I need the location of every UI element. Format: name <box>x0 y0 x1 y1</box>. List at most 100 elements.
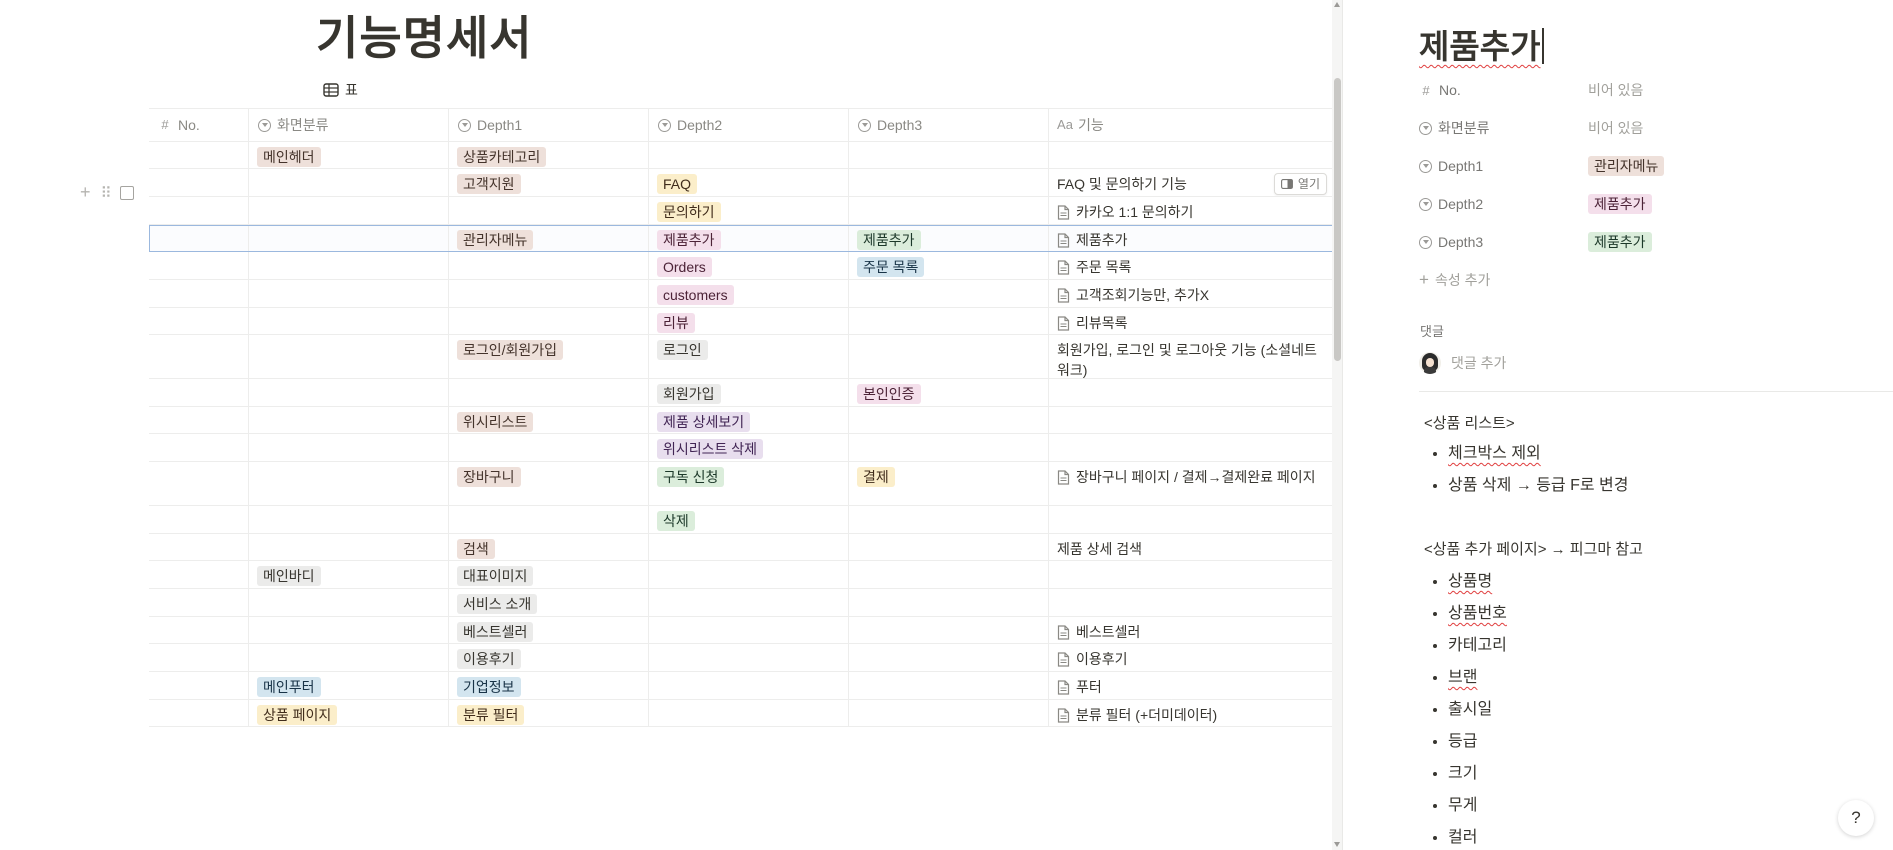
cell-depth1[interactable]: 상품카테고리 <box>449 142 649 168</box>
cell-depth1[interactable]: 분류 필터 <box>449 700 649 726</box>
select-tag[interactable]: 메인푸터 <box>257 677 321 697</box>
cell-screen[interactable] <box>249 379 449 406</box>
cell-no[interactable] <box>149 280 249 307</box>
cell-depth1[interactable] <box>449 308 649 334</box>
cell-depth3[interactable] <box>849 308 1049 334</box>
cell-screen[interactable] <box>249 434 449 461</box>
table-row[interactable]: 이용후기 이용후기 <box>149 644 1333 672</box>
cell-depth1[interactable]: 검색 <box>449 534 649 560</box>
select-tag[interactable]: 제품추가 <box>657 230 721 250</box>
table-row[interactable]: 삭제 <box>149 506 1333 534</box>
cell-screen[interactable] <box>249 644 449 671</box>
select-tag[interactable]: 구독 신청 <box>657 467 725 487</box>
cell-depth3[interactable] <box>849 434 1049 461</box>
cell-depth2[interactable]: 로그인 <box>649 335 849 378</box>
cell-no[interactable] <box>149 589 249 616</box>
cell-depth3[interactable] <box>849 534 1049 560</box>
cell-depth3[interactable] <box>849 506 1049 533</box>
property-tag[interactable]: 관리자메뉴 <box>1588 156 1665 176</box>
row-checkbox[interactable] <box>119 185 134 200</box>
table-row[interactable]: customers 고객조회기능만, 추가X <box>149 280 1333 308</box>
table-row[interactable]: 위시리스트 삭제 <box>149 434 1333 462</box>
column-header-function[interactable]: Aa 기능 <box>1049 109 1333 141</box>
table-row[interactable]: 리뷰 리뷰목록 <box>149 308 1333 335</box>
cell-depth3[interactable]: 제품추가 <box>849 225 1049 251</box>
cell-function[interactable] <box>1049 407 1333 433</box>
select-tag[interactable]: 문의하기 <box>657 202 721 222</box>
cell-function[interactable]: 제품 상세 검색 <box>1049 534 1333 560</box>
cell-depth2[interactable]: 제품추가 <box>649 225 849 251</box>
cell-function[interactable] <box>1049 506 1333 533</box>
select-tag[interactable]: 관리자메뉴 <box>457 230 534 250</box>
cell-depth3[interactable] <box>849 589 1049 616</box>
table-row[interactable]: 로그인/회원가입 로그인 회원가입, 로그인 및 로그아웃 기능 (소셜네트워크) <box>149 335 1333 379</box>
select-tag[interactable]: 삭제 <box>657 511 695 531</box>
cell-function[interactable]: 베스트셀러 <box>1049 617 1333 643</box>
cell-depth2[interactable]: 리뷰 <box>649 308 849 334</box>
add-comment-input[interactable]: 댓글 추가 <box>1451 353 1506 373</box>
cell-depth3[interactable] <box>849 407 1049 433</box>
cell-no[interactable] <box>149 335 249 378</box>
cell-depth1[interactable]: 기업정보 <box>449 672 649 699</box>
cell-screen[interactable] <box>249 589 449 616</box>
cell-function[interactable] <box>1049 142 1333 168</box>
cell-depth3[interactable] <box>849 169 1049 196</box>
table-row[interactable]: 장바구니 구독 신청 결제 장바구니 페이지 / 결제→결제완료 페이지 <box>149 462 1333 506</box>
cell-depth1[interactable]: 베스트셀러 <box>449 617 649 643</box>
select-tag[interactable]: 로그인/회원가입 <box>457 340 564 360</box>
property-screen[interactable]: 화면분류 비어 있음 <box>1419 118 1643 138</box>
cell-depth1[interactable]: 장바구니 <box>449 462 649 505</box>
add-row-icon[interactable]: + <box>80 182 91 203</box>
select-tag[interactable]: 제품 상세보기 <box>657 412 751 432</box>
table-row[interactable]: 상품 페이지 분류 필터 분류 필터 (+더미데이터) <box>149 700 1333 727</box>
cell-function[interactable]: 분류 필터 (+더미데이터) <box>1049 700 1333 726</box>
cell-depth3[interactable] <box>849 617 1049 643</box>
cell-screen[interactable] <box>249 197 449 224</box>
cell-depth2[interactable] <box>649 534 849 560</box>
cell-no[interactable] <box>149 700 249 726</box>
table-row[interactable]: 베스트셀러 베스트셀러 <box>149 617 1333 644</box>
cell-depth2[interactable] <box>649 561 849 588</box>
drag-handle-icon[interactable]: ⠿ <box>101 184 112 202</box>
cell-depth2[interactable]: 삭제 <box>649 506 849 533</box>
cell-screen[interactable] <box>249 407 449 433</box>
cell-depth1[interactable] <box>449 506 649 533</box>
cell-no[interactable] <box>149 142 249 168</box>
cell-function[interactable]: FAQ 및 문의하기 기능 열기 <box>1049 169 1333 196</box>
cell-function[interactable]: 장바구니 페이지 / 결제→결제완료 페이지 <box>1049 462 1333 505</box>
cell-no[interactable] <box>149 434 249 461</box>
cell-function[interactable] <box>1049 379 1333 406</box>
cell-function[interactable]: 카카오 1:1 문의하기 <box>1049 197 1333 224</box>
property-no[interactable]: # No. 비어 있음 <box>1419 80 1643 100</box>
cell-depth2[interactable]: 위시리스트 삭제 <box>649 434 849 461</box>
cell-no[interactable] <box>149 617 249 643</box>
cell-depth1[interactable]: 이용후기 <box>449 644 649 671</box>
select-tag[interactable]: 이용후기 <box>457 649 521 669</box>
cell-screen[interactable]: 상품 페이지 <box>249 700 449 726</box>
cell-function[interactable]: 리뷰목록 <box>1049 308 1333 334</box>
cell-depth2[interactable]: 회원가입 <box>649 379 849 406</box>
select-tag[interactable]: 대표이미지 <box>457 566 534 586</box>
select-tag[interactable]: 메인바디 <box>257 566 321 586</box>
scroll-down-icon[interactable] <box>1334 842 1340 847</box>
cell-function[interactable]: 고객조회기능만, 추가X <box>1049 280 1333 307</box>
cell-depth3[interactable] <box>849 700 1049 726</box>
select-tag[interactable]: 상품카테고리 <box>457 147 547 167</box>
cell-screen[interactable] <box>249 462 449 505</box>
cell-no[interactable] <box>149 506 249 533</box>
cell-depth3[interactable] <box>849 644 1049 671</box>
cell-depth3[interactable]: 결제 <box>849 462 1049 505</box>
property-value[interactable]: 비어 있음 <box>1588 80 1643 100</box>
select-tag[interactable]: 서비스 소개 <box>457 594 538 614</box>
cell-screen[interactable]: 메인헤더 <box>249 142 449 168</box>
select-tag[interactable]: 장바구니 <box>457 467 521 487</box>
cell-screen[interactable] <box>249 506 449 533</box>
cell-depth1[interactable] <box>449 379 649 406</box>
column-header-no[interactable]: # No. <box>149 109 249 141</box>
select-tag[interactable]: 주문 목록 <box>857 257 925 277</box>
column-header-depth1[interactable]: Depth1 <box>449 109 649 141</box>
open-page-button[interactable]: 열기 <box>1273 173 1327 195</box>
scroll-thumb[interactable] <box>1334 78 1341 361</box>
cell-no[interactable] <box>149 379 249 406</box>
select-tag[interactable]: 결제 <box>857 467 895 487</box>
